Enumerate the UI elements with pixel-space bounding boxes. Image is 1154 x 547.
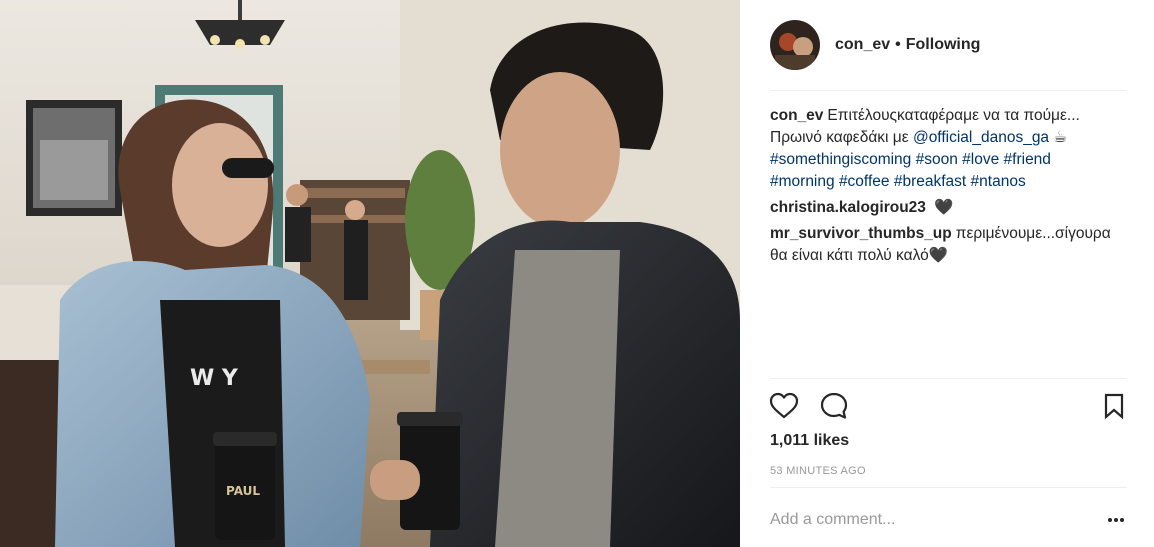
hashtag-breakfast[interactable]: #breakfast (894, 173, 966, 190)
svg-text:PAUL: PAUL (226, 484, 260, 498)
hashtag-somethingiscoming[interactable]: #somethingiscoming (770, 151, 911, 168)
avatar-image (770, 20, 820, 70)
comment-text: 🖤 (934, 199, 954, 216)
likes-count[interactable]: 1,011 likes (770, 432, 849, 450)
more-options-button[interactable] (1104, 512, 1128, 528)
comment-button[interactable] (818, 390, 850, 422)
add-comment-input[interactable] (770, 505, 1090, 535)
caption: con_ev Επιτέλουςκαταφέραμε να τα πούμε...… (770, 105, 1130, 193)
hashtag-ntanos[interactable]: #ntanos (971, 173, 1026, 190)
post-side-panel: con_ev • Following con_ev Επιτέλουςκαταφέρα… (740, 0, 1154, 547)
comment-item: christina.kalogirou23 🖤 (770, 197, 1130, 219)
header-text: con_ev • Following (835, 36, 980, 54)
action-bar (768, 390, 1130, 424)
hashtag-love[interactable]: #love (962, 151, 999, 168)
caption-line1: Επιτέλουςκαταφέραμε να τα πούμε... (827, 107, 1080, 124)
ellipsis-icon (1108, 518, 1124, 522)
comment-username[interactable]: christina.kalogirou23 (770, 199, 926, 216)
post-photo-image: W Y PAUL (0, 0, 740, 547)
comment-item: mr_survivor_thumbs_up περιμένουμε...σίγου… (770, 223, 1130, 267)
actions-divider (770, 378, 1127, 379)
comment-username[interactable]: mr_survivor_thumbs_up (770, 225, 952, 242)
bookmark-icon (1104, 393, 1124, 420)
post-photo[interactable]: W Y PAUL (0, 0, 740, 547)
post-timestamp[interactable]: 53 MINUTES AGO (770, 465, 866, 477)
following-button[interactable]: Following (906, 36, 981, 53)
comments-list: con_ev Επιτέλουςκαταφέραμε να τα πούμε...… (770, 105, 1130, 271)
svg-text:W Y: W Y (190, 366, 239, 391)
separator-dot: • (895, 36, 901, 53)
coffee-emoji: ☕ (1053, 129, 1068, 146)
avatar[interactable] (770, 20, 820, 70)
hashtag-morning[interactable]: #morning (770, 173, 835, 190)
caption-mention[interactable]: @official_danos_ga (913, 129, 1049, 146)
like-button[interactable] (768, 390, 800, 422)
hashtag-soon[interactable]: #soon (916, 151, 958, 168)
hashtag-coffee[interactable]: #coffee (839, 173, 890, 190)
speech-bubble-icon (820, 392, 848, 419)
comment-divider (770, 487, 1127, 488)
save-button[interactable] (1098, 390, 1130, 422)
caption-username[interactable]: con_ev (770, 107, 823, 124)
header-divider (770, 90, 1127, 91)
heart-outline-icon (769, 392, 799, 419)
hashtag-friend[interactable]: #friend (1004, 151, 1051, 168)
post-header: con_ev • Following (770, 16, 1127, 74)
caption-line2-prefix: Πρωινό καφεδάκι με (770, 129, 913, 146)
username-link[interactable]: con_ev (835, 36, 890, 53)
